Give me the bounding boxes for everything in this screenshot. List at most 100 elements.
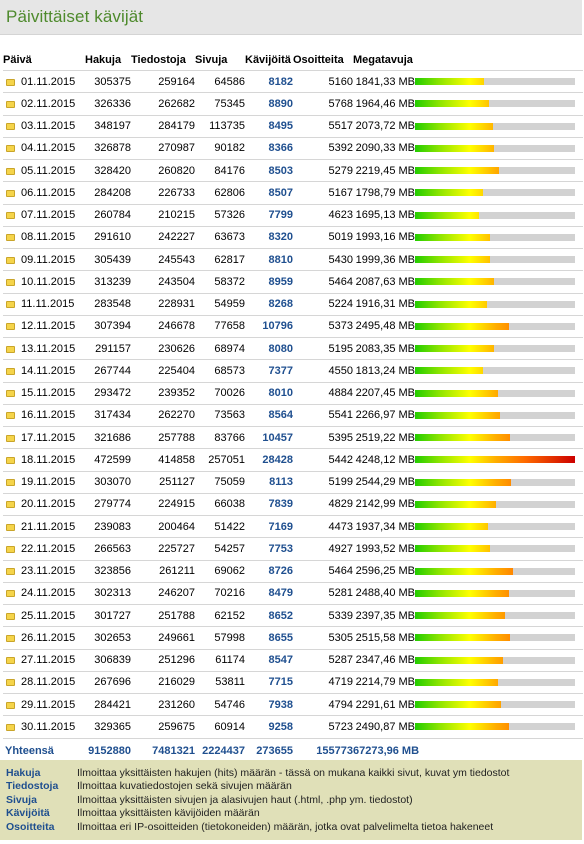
row-bar-cell — [415, 158, 583, 182]
row-date-cell: 14.11.2015 — [3, 359, 85, 382]
mb-bar-track — [415, 411, 575, 419]
col-header-hakuja: Hakuja — [85, 54, 122, 66]
row-bar-cell — [415, 514, 583, 538]
row-tiedostoja: 262682 — [131, 92, 195, 115]
row-date: 06.11.2015 — [21, 186, 76, 199]
row-kavijoita: 8810 — [245, 247, 293, 271]
col-header-tiedostoja: Tiedostoja — [131, 54, 186, 66]
folder-icon — [6, 278, 15, 286]
row-sivuja: 54257 — [195, 537, 245, 560]
row-date: 18.11.2015 — [21, 453, 76, 466]
row-bar-cell — [415, 403, 583, 427]
row-kavijoita: 8268 — [245, 292, 293, 316]
row-tiedostoja: 225727 — [131, 537, 195, 560]
legend-term: Osoitteita — [6, 820, 55, 833]
folder-icon — [6, 479, 15, 487]
row-date-cell: 28.11.2015 — [3, 670, 85, 694]
row-hakuja: 302313 — [85, 581, 131, 605]
row-date-cell: 30.11.2015 — [3, 715, 85, 738]
row-hakuja: 284208 — [85, 181, 131, 204]
row-date-cell: 12.11.2015 — [3, 314, 85, 338]
row-hakuja: 260784 — [85, 203, 131, 227]
totals-tiedostoja: 7481321 — [131, 737, 195, 763]
row-kavijoita: 7169 — [245, 514, 293, 538]
mb-bar-track — [415, 144, 575, 152]
mb-bar-track — [415, 189, 575, 197]
row-hakuja: 307394 — [85, 314, 131, 338]
folder-icon — [6, 612, 15, 620]
table-row: 09.11.2015 305439 245543 62817 8810 5430 1999,… — [3, 247, 583, 271]
row-date-cell: 16.11.2015 — [3, 403, 85, 427]
row-tiedostoja: 210215 — [131, 203, 195, 227]
row-sivuja: 62152 — [195, 603, 245, 627]
row-date: 25.11.2015 — [21, 609, 76, 622]
mb-bar-fill — [415, 545, 491, 553]
row-kavijoita: 8479 — [245, 581, 293, 605]
row-sivuja: 62806 — [195, 181, 245, 204]
row-tiedostoja: 245543 — [131, 247, 195, 271]
mb-bar-track — [415, 100, 575, 108]
row-sivuja: 54959 — [195, 292, 245, 316]
row-tiedostoja: 249661 — [131, 626, 195, 649]
table-body: 01.11.2015 305375 259164 64586 8182 5160 1841,… — [3, 69, 583, 738]
row-sivuja: 57998 — [195, 626, 245, 649]
row-sivuja: 83766 — [195, 425, 245, 449]
row-hakuja: 239083 — [85, 514, 131, 538]
row-hakuja: 313239 — [85, 270, 131, 293]
row-megatavuja: 1999,36 MB — [353, 247, 415, 271]
mb-bar-fill — [415, 300, 488, 308]
row-date-cell: 20.11.2015 — [3, 492, 85, 516]
row-date-cell: 15.11.2015 — [3, 381, 85, 405]
row-date: 05.11.2015 — [21, 164, 76, 177]
row-osoitteita: 5464 — [293, 559, 353, 583]
row-date: 27.11.2015 — [21, 654, 76, 667]
row-osoitteita: 5442 — [293, 448, 353, 471]
mb-bar-track — [415, 523, 575, 531]
row-hakuja: 317434 — [85, 403, 131, 427]
row-sivuja: 60914 — [195, 715, 245, 738]
row-kavijoita: 8726 — [245, 559, 293, 583]
row-date: 08.11.2015 — [21, 231, 76, 244]
row-date-cell: 13.11.2015 — [3, 336, 85, 360]
row-hakuja: 305375 — [85, 69, 131, 93]
row-tiedostoja: 260820 — [131, 158, 195, 182]
row-bar-cell — [415, 359, 583, 382]
row-tiedostoja: 414858 — [131, 448, 195, 471]
folder-icon — [6, 501, 15, 509]
row-bar-cell — [415, 537, 583, 560]
row-tiedostoja: 246207 — [131, 581, 195, 605]
folder-icon — [6, 123, 15, 131]
table-row: 30.11.2015 329365 259675 60914 9258 5723 2490,… — [3, 715, 583, 738]
legend-description: Ilmoittaa yksittäisten hakujen (hits) mä… — [77, 766, 510, 779]
row-hakuja: 326336 — [85, 92, 131, 115]
table-row: 29.11.2015 284421 231260 54746 7938 4794 2291,… — [3, 692, 583, 716]
daily-visitors-table: Päivä Hakuja Tiedostoja Sivuja Kävijöitä… — [3, 50, 583, 763]
row-date: 23.11.2015 — [21, 565, 76, 578]
mb-bar-track — [415, 345, 575, 353]
row-sivuja: 68573 — [195, 359, 245, 382]
row-sivuja: 257051 — [195, 448, 245, 471]
row-tiedostoja: 251296 — [131, 648, 195, 672]
table-row: 27.11.2015 306839 251296 61174 8547 5287 2347,… — [3, 648, 583, 672]
mb-bar-track — [415, 612, 575, 620]
legend-item: Sivuja Ilmoittaa yksittäisten sivujen ja … — [6, 793, 509, 807]
row-hakuja: 323856 — [85, 559, 131, 583]
folder-icon — [6, 367, 15, 375]
row-hakuja: 302653 — [85, 626, 131, 649]
table-row: 08.11.2015 291610 242227 63673 8320 5019 1993,… — [3, 225, 583, 249]
row-kavijoita: 7799 — [245, 203, 293, 227]
row-date-cell: 19.11.2015 — [3, 470, 85, 494]
row-date: 30.11.2015 — [21, 720, 76, 733]
row-date: 16.11.2015 — [21, 409, 76, 422]
row-bar-cell — [415, 559, 583, 583]
row-kavijoita: 7377 — [245, 359, 293, 382]
row-bar-cell — [415, 492, 583, 516]
mb-bar-fill — [415, 278, 494, 286]
row-tiedostoja: 225404 — [131, 359, 195, 382]
mb-bar-track — [415, 478, 575, 486]
row-date-cell: 22.11.2015 — [3, 537, 85, 560]
row-kavijoita: 10457 — [245, 425, 293, 449]
row-megatavuja: 2087,63 MB — [353, 270, 415, 293]
mb-bar-track — [415, 122, 575, 130]
row-kavijoita: 8547 — [245, 648, 293, 672]
